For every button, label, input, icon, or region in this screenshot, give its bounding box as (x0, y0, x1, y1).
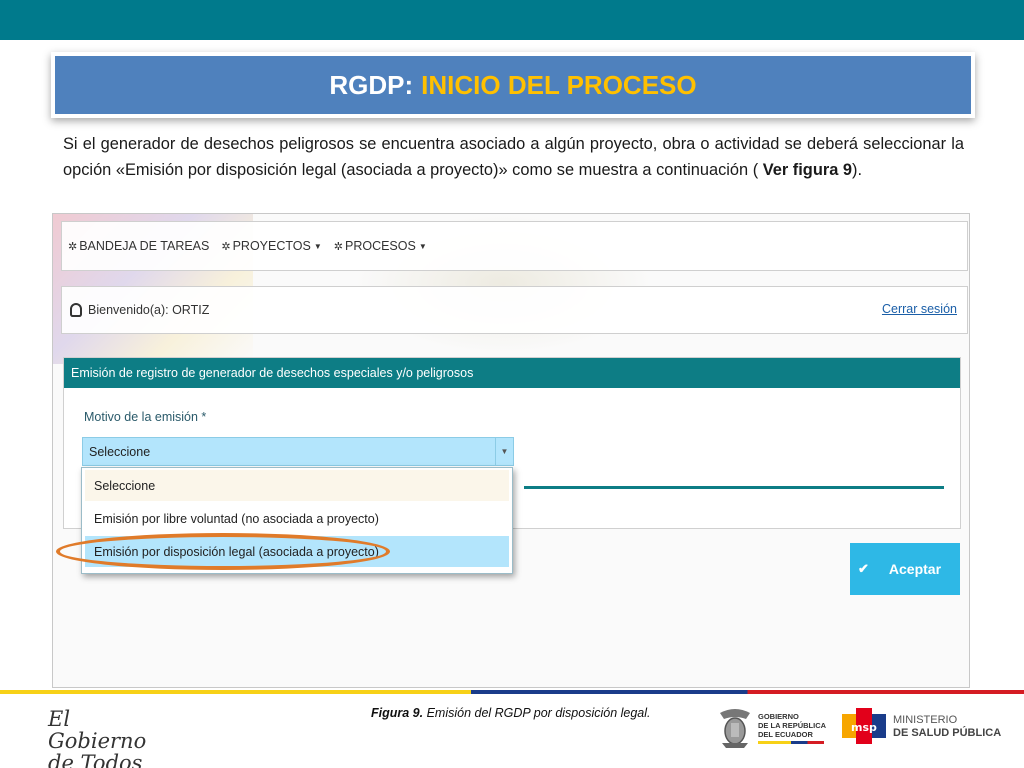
flag-stripe (0, 690, 1024, 694)
screenshot-figure: ✲ BANDEJA DE TAREAS ✲ PROYECTOS ▼ ✲ PROC… (52, 213, 970, 688)
welcome-bar: Bienvenido(a): ORTIZ Cerrar sesión (61, 286, 968, 334)
motivo-select-value: Seleccione (89, 444, 151, 459)
gobierno-ecuador-text: GOBIERNO DE LA REPÚBLICA DEL ECUADOR (758, 712, 826, 744)
check-icon: ✔ (858, 561, 869, 576)
gobierno-de-todos-logo: El Gobierno de Todos (48, 707, 168, 768)
gob-line: DEL ECUADOR (758, 730, 813, 739)
msp-acronym: msp (851, 721, 877, 734)
gear-icon: ✲ (68, 240, 78, 253)
slide-title-main: INICIO DEL PROCESO (421, 69, 697, 100)
slide-title-prefix: RGDP: (329, 69, 414, 100)
top-banner (0, 0, 1024, 40)
caret-down-icon: ▼ (313, 241, 322, 251)
ministerio-text: MINISTERIO DE SALUD PÚBLICA (893, 714, 1001, 740)
logo-line: El Gobierno (48, 707, 147, 753)
dropdown-option[interactable]: Seleccione (85, 470, 509, 501)
accept-label: Aceptar (888, 561, 942, 577)
dropdown-option[interactable]: Emisión por libre voluntad (no asociada … (85, 503, 509, 534)
caption-text: Emisión del RGDP por disposición legal. (423, 706, 651, 720)
nav-item-label: PROCESOS (344, 239, 416, 253)
flag-stripe (758, 741, 824, 744)
gob-line: GOBIERNO (758, 712, 799, 721)
figure-reference: Ver figura 9 (762, 161, 852, 179)
msp-line: DE SALUD PÚBLICA (893, 727, 1002, 739)
caption-label: Figura 9. (371, 706, 424, 720)
gob-line: DE LA REPÚBLICA (758, 721, 827, 730)
motivo-label: Motivo de la emisión * (84, 410, 207, 424)
nav-item-bandeja[interactable]: ✲ BANDEJA DE TAREAS (68, 239, 209, 253)
gear-icon: ✲ (333, 240, 343, 253)
nav-item-label: BANDEJA DE TAREAS (79, 239, 210, 253)
intro-paragraph: Si el generador de desechos peligrosos s… (63, 131, 964, 183)
highlight-ring (56, 533, 390, 570)
slide-title: RGDP: INICIO DEL PROCESO (55, 56, 971, 114)
chevron-down-icon[interactable]: ▼ (495, 438, 513, 465)
gear-icon: ✲ (221, 240, 231, 253)
divider (524, 486, 944, 489)
msp-line: MINISTERIO (893, 714, 958, 726)
msp-logo-icon: msp (842, 708, 886, 744)
figure-caption: Figura 9. Emisión del RGDP por disposici… (371, 706, 651, 720)
caret-down-icon: ▼ (418, 241, 427, 251)
logout-link[interactable]: Cerrar sesión (882, 302, 957, 316)
nav-item-label: PROYECTOS (232, 239, 311, 253)
app-navbar: ✲ BANDEJA DE TAREAS ✲ PROYECTOS ▼ ✲ PROC… (61, 221, 968, 271)
coat-of-arms-icon (720, 709, 750, 748)
motivo-select[interactable]: Seleccione ▼ (82, 437, 514, 466)
accept-button[interactable]: ✔ Aceptar (850, 543, 960, 595)
nav-item-proyectos[interactable]: ✲ PROYECTOS ▼ (221, 239, 321, 253)
nav-item-procesos[interactable]: ✲ PROCESOS ▼ (334, 239, 427, 253)
intro-end: ). (852, 161, 863, 179)
user-icon (70, 303, 82, 317)
welcome-text: Bienvenido(a): ORTIZ (88, 303, 210, 317)
logo-line: de Todos (48, 751, 143, 768)
panel-title: Emisión de registro de generador de dese… (64, 358, 960, 388)
